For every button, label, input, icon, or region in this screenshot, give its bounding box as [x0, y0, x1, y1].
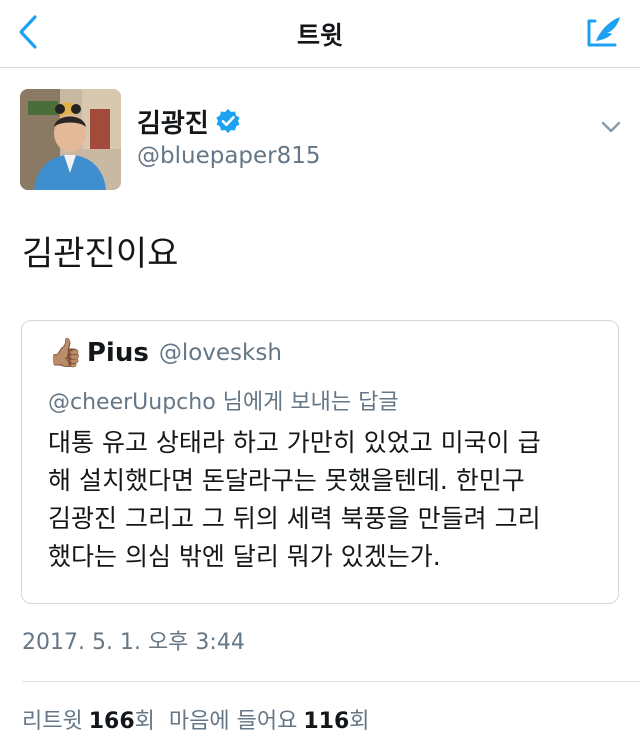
- quoted-author-handle: @lovesksh: [158, 340, 282, 366]
- retweet-label[interactable]: 리트윗: [22, 703, 83, 735]
- quoted-tweet-line: 해 설치했다면 돈달라구는 못했을텐데. 한민구: [48, 466, 525, 495]
- quoted-author-name: Pius: [86, 338, 149, 368]
- page-title: 트윗: [296, 21, 343, 50]
- quoted-tweet-line: 김광진 그리고 그 뒤의 세력 북풍을 만들려 그리: [48, 504, 541, 533]
- navigation-bar: 트윗: [0, 0, 640, 68]
- reply-context: @cheerUupcho 님에게 보내는 답글: [48, 390, 399, 415]
- quoted-tweet-line: 했다는 의심 밖엔 달리 뭐가 있겠는가.: [48, 542, 441, 571]
- divider: [22, 681, 640, 682]
- engagement-stats: 리트윗 166 회 마음에 들어요 116 회: [22, 703, 370, 735]
- like-suffix: 회: [349, 709, 370, 734]
- tweet-text: 김관진이요: [22, 234, 179, 274]
- quoted-tweet-text: 대통 유고 상태라 하고 가만히 있었고 미국이 급 해 설치했다면 돈달라구는…: [48, 424, 608, 576]
- avatar[interactable]: [20, 89, 121, 190]
- profile-photo: [20, 89, 121, 190]
- author-handle[interactable]: @bluepaper815: [137, 143, 321, 169]
- retweet-count[interactable]: 166: [89, 709, 135, 734]
- like-label[interactable]: 마음에 들어요: [169, 703, 297, 735]
- quoted-tweet-header: 👍🏽 Pius @lovesksh: [48, 338, 282, 368]
- chevron-down-icon[interactable]: [596, 112, 626, 142]
- author-name[interactable]: 김광진: [137, 103, 209, 140]
- verified-badge-icon: [216, 109, 240, 133]
- compose-tweet-button[interactable]: [582, 10, 626, 54]
- tweet-timestamp: 2017. 5. 1. 오후 3:44: [22, 630, 245, 655]
- retweet-suffix: 회: [134, 709, 155, 734]
- compose-tweet-icon: [587, 17, 620, 47]
- quoted-tweet-line: 대통 유고 상태라 하고 가만히 있었고 미국이 급: [48, 428, 541, 457]
- thumbs-up-icon: 👍🏽: [48, 336, 83, 369]
- like-count[interactable]: 116: [303, 709, 349, 734]
- quoted-tweet-card[interactable]: 👍🏽 Pius @lovesksh @cheerUupcho 님에게 보내는 답…: [21, 320, 619, 604]
